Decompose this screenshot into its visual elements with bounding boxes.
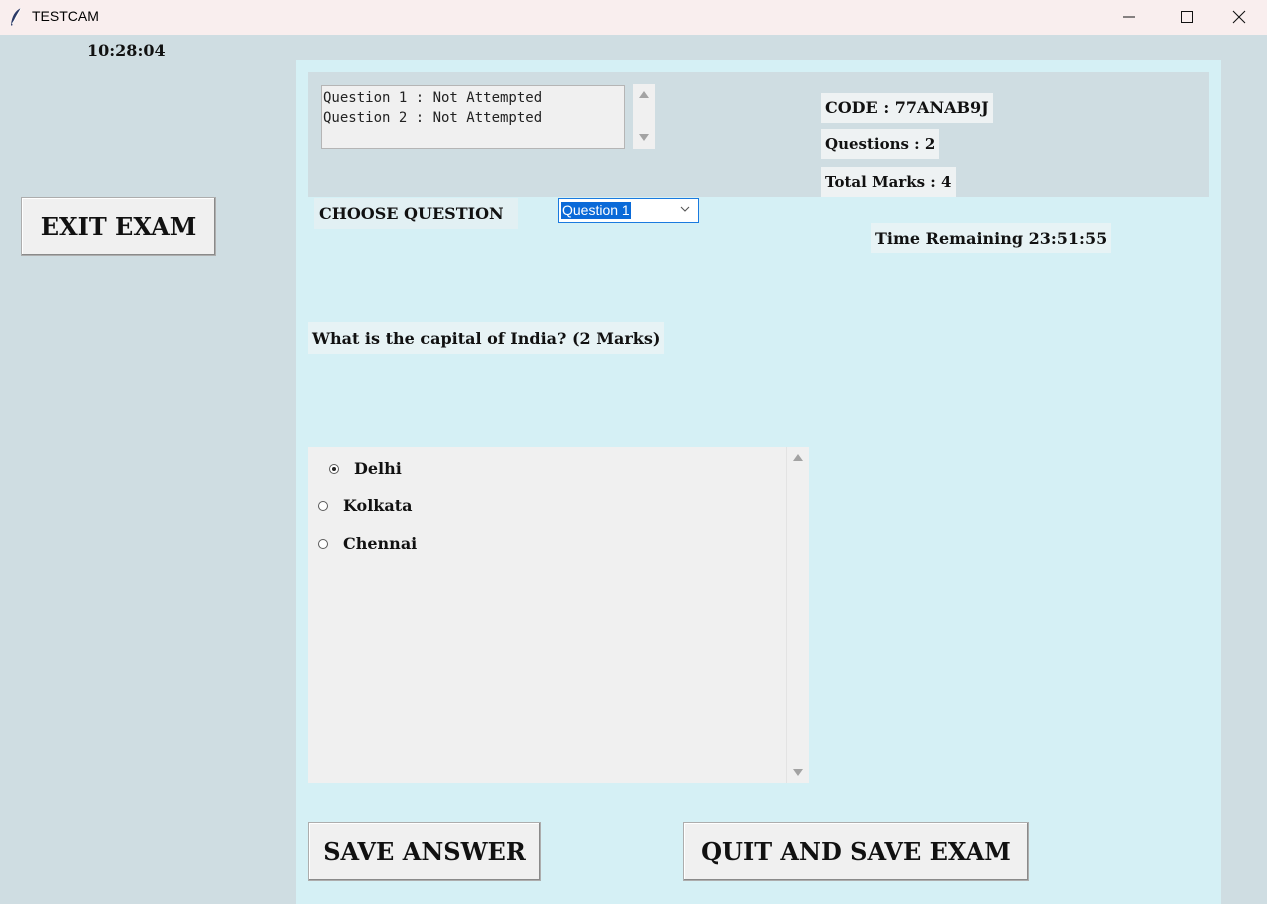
close-button[interactable] (1211, 0, 1267, 35)
maximize-icon (1181, 11, 1193, 23)
scroll-up-icon[interactable] (793, 454, 803, 461)
exam-panel: Question 1 : Not Attempted Question 2 : N… (296, 60, 1221, 904)
question-status-list[interactable]: Question 1 : Not Attempted Question 2 : N… (321, 85, 625, 149)
scroll-down-icon[interactable] (639, 134, 649, 141)
question-text: What is the capital of India? (2 Marks) (308, 322, 665, 354)
minimize-button[interactable] (1101, 0, 1157, 35)
answer-options: Delhi Kolkata Chennai (308, 447, 809, 783)
maximize-button[interactable] (1159, 0, 1215, 35)
choose-question-label: CHOOSE QUESTION (314, 198, 518, 229)
radio-button[interactable] (329, 463, 339, 474)
title-bar: TESTCAM (0, 0, 1267, 35)
option-label: Chennai (343, 534, 418, 553)
radio-button[interactable] (318, 538, 328, 549)
option-kolkata[interactable]: Kolkata (318, 496, 413, 515)
quit-and-save-button[interactable]: QUIT AND SAVE EXAM (683, 822, 1029, 881)
exam-code: CODE : 77ANAB9J (821, 93, 993, 123)
options-scrollbar[interactable] (786, 447, 809, 783)
chevron-down-icon (680, 206, 690, 212)
status-list-scrollbar[interactable] (633, 84, 655, 149)
scroll-up-icon[interactable] (639, 91, 649, 98)
option-label: Kolkata (343, 496, 413, 515)
question-count: Questions : 2 (821, 129, 940, 159)
total-marks: Total Marks : 4 (821, 167, 956, 197)
option-chennai[interactable]: Chennai (318, 534, 417, 553)
scroll-down-icon[interactable] (793, 769, 803, 776)
clock: 10:28:04 (87, 41, 166, 60)
exam-header: Question 1 : Not Attempted Question 2 : N… (308, 72, 1209, 197)
time-remaining: Time Remaining 23:51:55 (871, 223, 1112, 253)
list-item[interactable]: Question 1 : Not Attempted (323, 88, 624, 108)
option-delhi[interactable]: Delhi (329, 459, 402, 478)
question-select-value: Question 1 (561, 202, 631, 219)
exit-exam-button[interactable]: EXIT EXAM (21, 197, 216, 256)
question-select[interactable]: Question 1 (558, 198, 699, 223)
feather-icon (11, 7, 22, 26)
radio-button[interactable] (318, 500, 328, 511)
save-answer-button[interactable]: SAVE ANSWER (308, 822, 541, 881)
list-item[interactable]: Question 2 : Not Attempted (323, 108, 624, 128)
close-icon (1232, 10, 1246, 24)
option-label: Delhi (354, 459, 402, 478)
window-title: TESTCAM (32, 8, 99, 24)
minimize-icon (1123, 16, 1135, 18)
